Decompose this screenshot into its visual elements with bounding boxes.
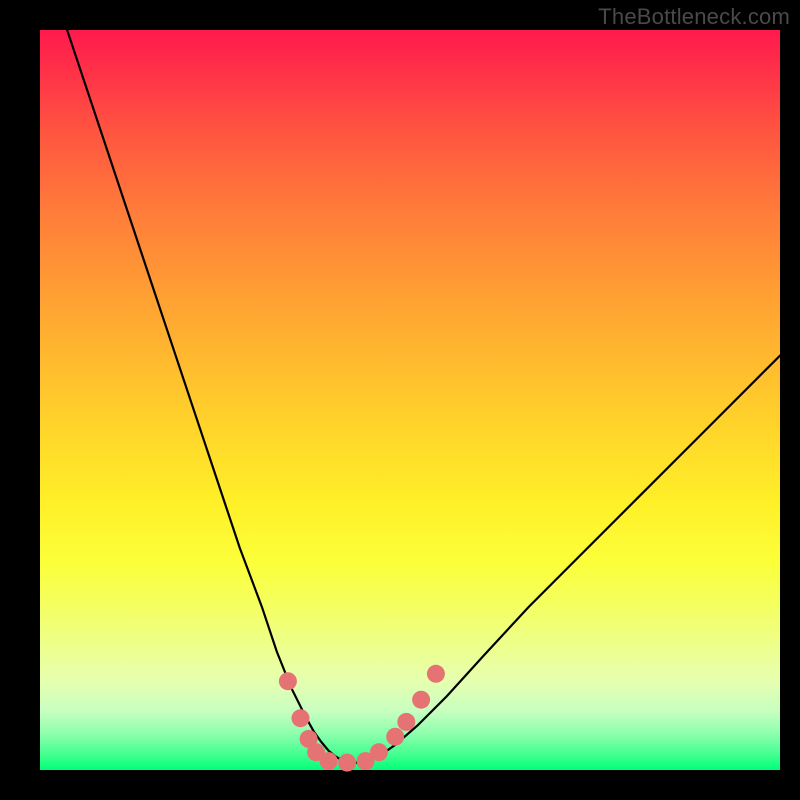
data-marker [412,691,430,709]
data-marker [427,665,445,683]
data-marker [320,752,338,770]
data-marker [279,672,297,690]
chart-frame: TheBottleneck.com [0,0,800,800]
plot-area [40,30,780,770]
data-marker [370,743,388,761]
data-marker [291,709,309,727]
curve-markers [279,665,445,772]
curve-svg [40,30,780,770]
data-marker [338,754,356,772]
data-marker [397,713,415,731]
bottleneck-curve [40,0,780,763]
watermark-text: TheBottleneck.com [598,4,790,30]
data-marker [386,728,404,746]
curve-line [40,0,780,763]
